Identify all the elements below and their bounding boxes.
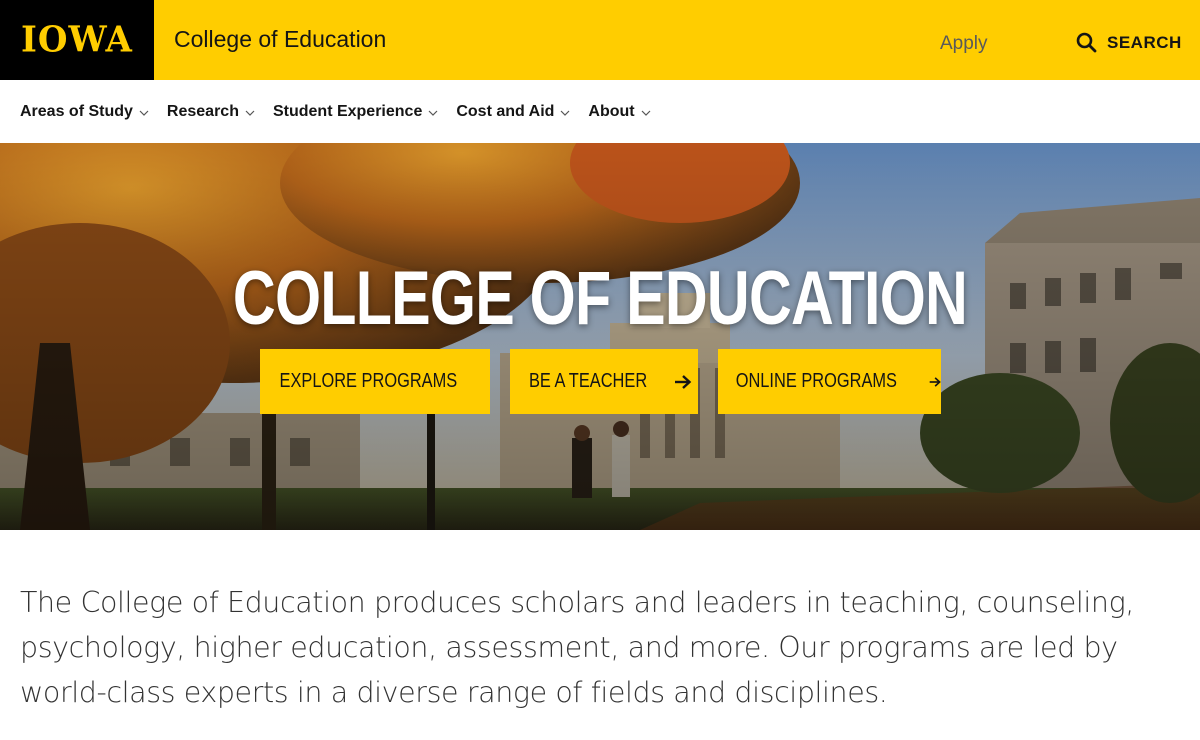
button-label: BE A TEACHER [528,370,648,392]
logo-text: IOWA [21,19,133,61]
be-a-teacher-button[interactable]: BE A TEACHER [510,349,698,414]
site-header: IOWA College of Education Apply SEARCH [0,0,1200,80]
online-programs-button[interactable]: ONLINE PROGRAMS [718,349,941,414]
hero-title: COLLEGE OF EDUCATION [232,256,968,341]
nav-item-label: Research [166,102,239,120]
apply-link[interactable]: Apply [940,33,988,55]
chevron-down-icon [245,110,255,116]
iowa-logo[interactable]: IOWA [0,0,154,80]
arrow-right-icon [929,376,941,387]
search-button[interactable]: SEARCH [1076,32,1182,53]
nav-item-label: Areas of Study [20,102,133,120]
nav-item-cost-and-aid[interactable]: Cost and Aid [456,103,570,121]
nav-list: Areas of Study Research Student Experien… [0,80,1200,143]
search-label: SEARCH [1107,32,1182,52]
chevron-down-icon [428,110,438,116]
hero-banner: COLLEGE OF EDUCATION EXPLORE PROGRAMS BE… [0,143,1200,530]
nav-item-label: About [588,102,635,120]
chevron-down-icon [560,110,570,116]
chevron-down-icon [641,110,651,116]
site-title[interactable]: College of Education [174,26,386,53]
search-icon [1076,32,1097,53]
chevron-down-icon [139,110,149,116]
nav-item-research[interactable]: Research [167,103,255,121]
explore-programs-button[interactable]: EXPLORE PROGRAMS [260,349,490,414]
button-label: EXPLORE PROGRAMS [279,370,457,392]
arrow-right-icon [675,374,692,389]
nav-item-student-experience[interactable]: Student Experience [273,103,438,121]
button-label: ONLINE PROGRAMS [735,370,897,392]
nav-item-label: Cost and Aid [456,102,555,120]
nav-item-about[interactable]: About [588,102,651,121]
intro-paragraph: The College of Education produces schola… [20,586,1134,709]
main-nav: Areas of Study Research Student Experien… [0,80,1200,143]
nav-item-areas-of-study[interactable]: Areas of Study [20,103,149,121]
nav-item-label: Student Experience [272,102,423,120]
